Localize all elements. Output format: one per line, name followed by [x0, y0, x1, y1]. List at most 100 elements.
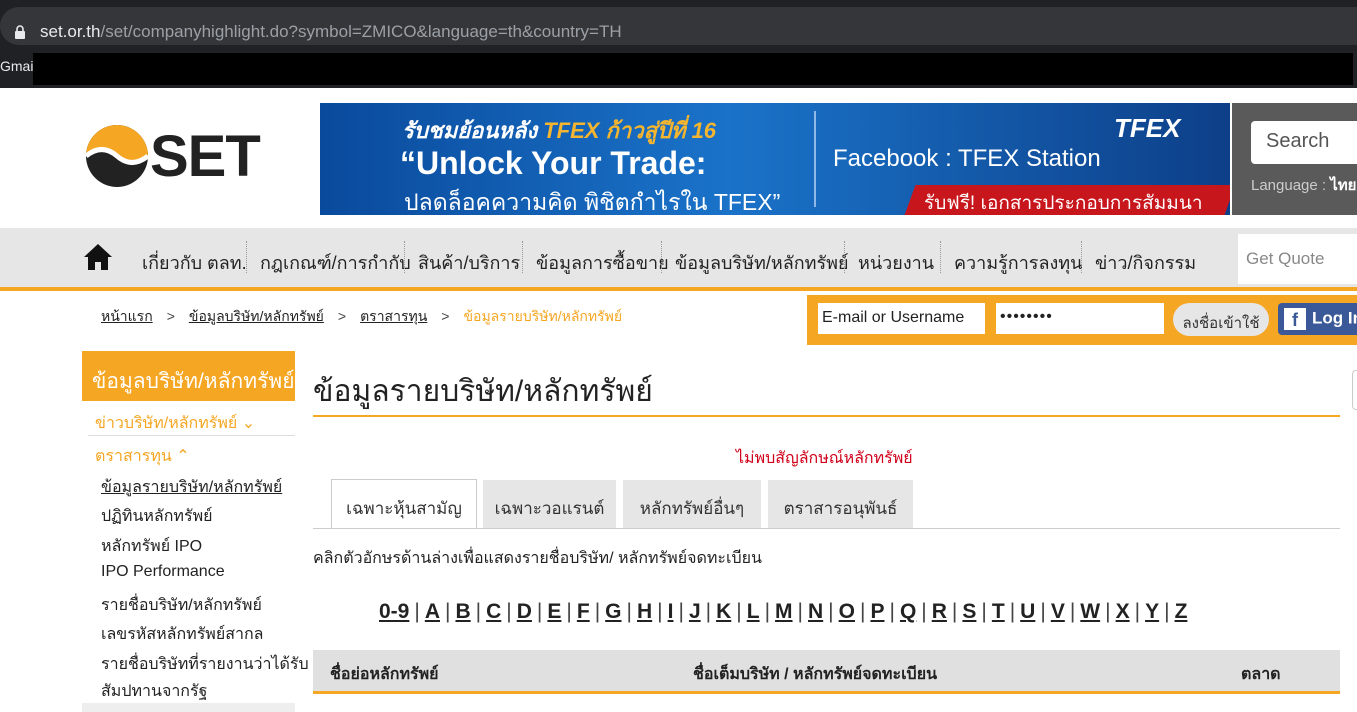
breadcrumb-home[interactable]: หน้าแรก — [101, 308, 153, 324]
sidebar-item-concession[interactable]: รายชื่อบริษัทที่รายงานว่าได้รับ — [101, 652, 309, 677]
facebook-login-label: Log In — [1312, 308, 1357, 328]
tfex-banner[interactable]: รับชมย้อนหลัง TFEX ก้าวสู่ปีที่ 16 “Unlo… — [320, 103, 1230, 215]
letter-link[interactable]: A — [425, 600, 440, 623]
letter-link[interactable]: K — [716, 600, 731, 623]
browser-address-bar: set.or.th/set/companyhighlight.do?symbol… — [0, 0, 1357, 50]
letter-link[interactable]: Q — [900, 600, 916, 623]
nav-separator — [522, 241, 523, 273]
search-input[interactable]: Search — [1251, 121, 1357, 164]
sidebar-item-company-list[interactable]: รายชื่อบริษัท/หลักทรัพย์ — [101, 593, 262, 618]
sidebar-equity-toggle[interactable]: ตราสารทุน ⌃ — [95, 444, 190, 469]
tab-other-securities[interactable]: หลักทรัพย์อื่นๆ — [623, 480, 761, 528]
breadcrumb-separator: > — [337, 308, 347, 324]
language-value[interactable]: ไทย — [1330, 177, 1356, 194]
redacted-bookmarks — [33, 53, 1353, 85]
sidebar-item-ipo-performance[interactable]: IPO Performance — [101, 563, 225, 581]
url-field[interactable]: set.or.th/set/companyhighlight.do?symbol… — [0, 7, 1357, 45]
sidebar-heading[interactable]: ข้อมูลบริษัท/หลักทรัพย์ — [82, 351, 295, 401]
letter-link[interactable]: M — [775, 600, 793, 623]
letter-link[interactable]: J — [689, 600, 701, 623]
letter-link[interactable]: L — [747, 600, 760, 623]
nav-item-trading-data[interactable]: ข้อมูลการซื้อขาย — [536, 248, 669, 277]
nav-item-news[interactable]: ข่าว/กิจกรรม — [1095, 248, 1196, 277]
letter-link[interactable]: C — [486, 600, 501, 623]
banner-free-text: รับฟรี! เอกสารประกอบการสัมมนา — [924, 193, 1203, 214]
letter-link[interactable]: V — [1051, 600, 1065, 623]
title-divider — [313, 415, 1340, 417]
logo-text: SET — [150, 124, 261, 189]
set-logo[interactable]: SET — [84, 123, 268, 189]
email-field[interactable]: E-mail or Username — [818, 303, 985, 334]
sidebar-divider — [88, 435, 295, 436]
banner-line1-highlight: TFEX ก้าวสู่ปีที่ 16 — [543, 118, 717, 143]
letter-link[interactable]: R — [932, 600, 947, 623]
letter-link[interactable]: P — [870, 600, 884, 623]
tab-derivatives[interactable]: ตราสารอนุพันธ์ — [768, 480, 913, 528]
login-button[interactable]: ลงชื่อเข้าใช้ — [1173, 303, 1269, 336]
tabs-baseline — [313, 528, 1340, 529]
letter-link[interactable]: E — [547, 600, 561, 623]
banner-facebook: Facebook : TFEX Station — [833, 145, 1101, 172]
letter-link[interactable]: 0-9 — [379, 600, 409, 623]
sidebar-item-calendar[interactable]: ปฏิทินหลักทรัพย์ — [101, 504, 212, 529]
banner-line1-prefix: รับชมย้อนหลัง — [402, 118, 544, 143]
breadcrumb-equity[interactable]: ตราสารทุน — [360, 308, 427, 324]
nav-separator — [844, 241, 845, 273]
url-host: set.or.th — [40, 22, 101, 41]
nav-separator — [940, 241, 941, 273]
nav-item-company-info[interactable]: ข้อมูลบริษัท/หลักทรัพย์ — [675, 248, 849, 277]
letter-link[interactable]: W — [1080, 600, 1100, 623]
nav-separator — [661, 241, 662, 273]
letter-link[interactable]: O — [839, 600, 855, 623]
letter-link[interactable]: T — [992, 600, 1005, 623]
letter-link[interactable]: I — [668, 600, 674, 623]
tab-warrants[interactable]: เฉพาะวอแรนต์ — [483, 480, 616, 528]
letter-link[interactable]: B — [455, 600, 470, 623]
nav-item-rules[interactable]: กฎเกณฑ์/การกำกับ — [260, 248, 411, 277]
instruction-text: คลิกตัวอักษรด้านล่างเพื่อแสดงรายชื่อบริษ… — [313, 550, 762, 567]
url-path: /set/companyhighlight.do?symbol=ZMICO&la… — [100, 22, 622, 41]
column-header-full-name[interactable]: ชื่อเต็มบริษัท / หลักทรัพย์จดทะเบียน — [693, 662, 937, 687]
letter-link[interactable]: S — [962, 600, 976, 623]
breadcrumb-separator: > — [441, 308, 450, 324]
banner-line2: “Unlock Your Trade: — [400, 145, 707, 181]
letter-link[interactable]: H — [637, 600, 652, 623]
bookmark-gmail[interactable]: Gmail — [0, 58, 37, 74]
nav-separator — [404, 241, 405, 273]
lock-icon — [15, 25, 25, 39]
nav-item-units[interactable]: หน่วยงาน — [858, 248, 934, 277]
facebook-login-button[interactable]: f Log In — [1278, 303, 1357, 335]
letter-link[interactable]: G — [605, 600, 621, 623]
letter-link[interactable]: X — [1116, 600, 1130, 623]
nav-item-about[interactable]: เกี่ยวกับ ตลท. — [142, 248, 247, 277]
password-field[interactable]: •••••••• — [996, 303, 1164, 334]
letter-link[interactable]: U — [1020, 600, 1035, 623]
get-quote-input[interactable]: Get Quote — [1238, 234, 1357, 284]
sidebar-item-company-profile[interactable]: ข้อมูลรายบริษัท/หลักทรัพย์ — [101, 475, 282, 500]
letter-link[interactable]: N — [808, 600, 823, 623]
url-text: set.or.th/set/companyhighlight.do?symbol… — [40, 22, 622, 42]
tab-common-stocks[interactable]: เฉพาะหุ้นสามัญ — [331, 479, 477, 529]
letter-link[interactable]: D — [517, 600, 532, 623]
letter-link[interactable]: Z — [1175, 600, 1188, 623]
bookmarks-bar: Gmail — [0, 50, 1357, 88]
nav-item-products[interactable]: สินค้า/บริการ — [418, 248, 520, 277]
breadcrumb-separator: > — [166, 308, 175, 324]
sidebar-item-isin[interactable]: เลขรหัสหลักทรัพย์สากล — [101, 622, 263, 647]
sidebar-item-ipo[interactable]: หลักทรัพย์ IPO — [101, 534, 202, 559]
letter-link[interactable]: F — [577, 600, 590, 623]
nav-item-investment-knowledge[interactable]: ความรู้การลงทุน — [954, 248, 1082, 277]
nav-separator — [246, 241, 247, 273]
banner-line3: ปลดล็อคความคิด พิชิตกำไรใน TFEX” — [404, 189, 781, 215]
home-icon[interactable] — [83, 243, 113, 271]
breadcrumb-company-info[interactable]: ข้อมูลบริษัท/หลักทรัพย์ — [189, 308, 324, 324]
sidebar-news-toggle[interactable]: ข่าวบริษัท/หลักทรัพย์ ⌄ — [95, 411, 255, 436]
column-header-symbol[interactable]: ชื่อย่อหลักทรัพย์ — [330, 662, 439, 687]
language-selector[interactable]: Language : ไทย — [1251, 173, 1356, 197]
letter-link[interactable]: Y — [1145, 600, 1159, 623]
sidebar-item-concession-cont[interactable]: สัมปทานจากรัฐ — [101, 679, 207, 704]
set-logo-icon — [84, 125, 150, 187]
column-header-market[interactable]: ตลาด — [1241, 662, 1281, 687]
nav-separator — [1081, 241, 1082, 273]
main-nav: เกี่ยวกับ ตลท. กฎเกณฑ์/การกำกับ สินค้า/บ… — [0, 228, 1357, 291]
